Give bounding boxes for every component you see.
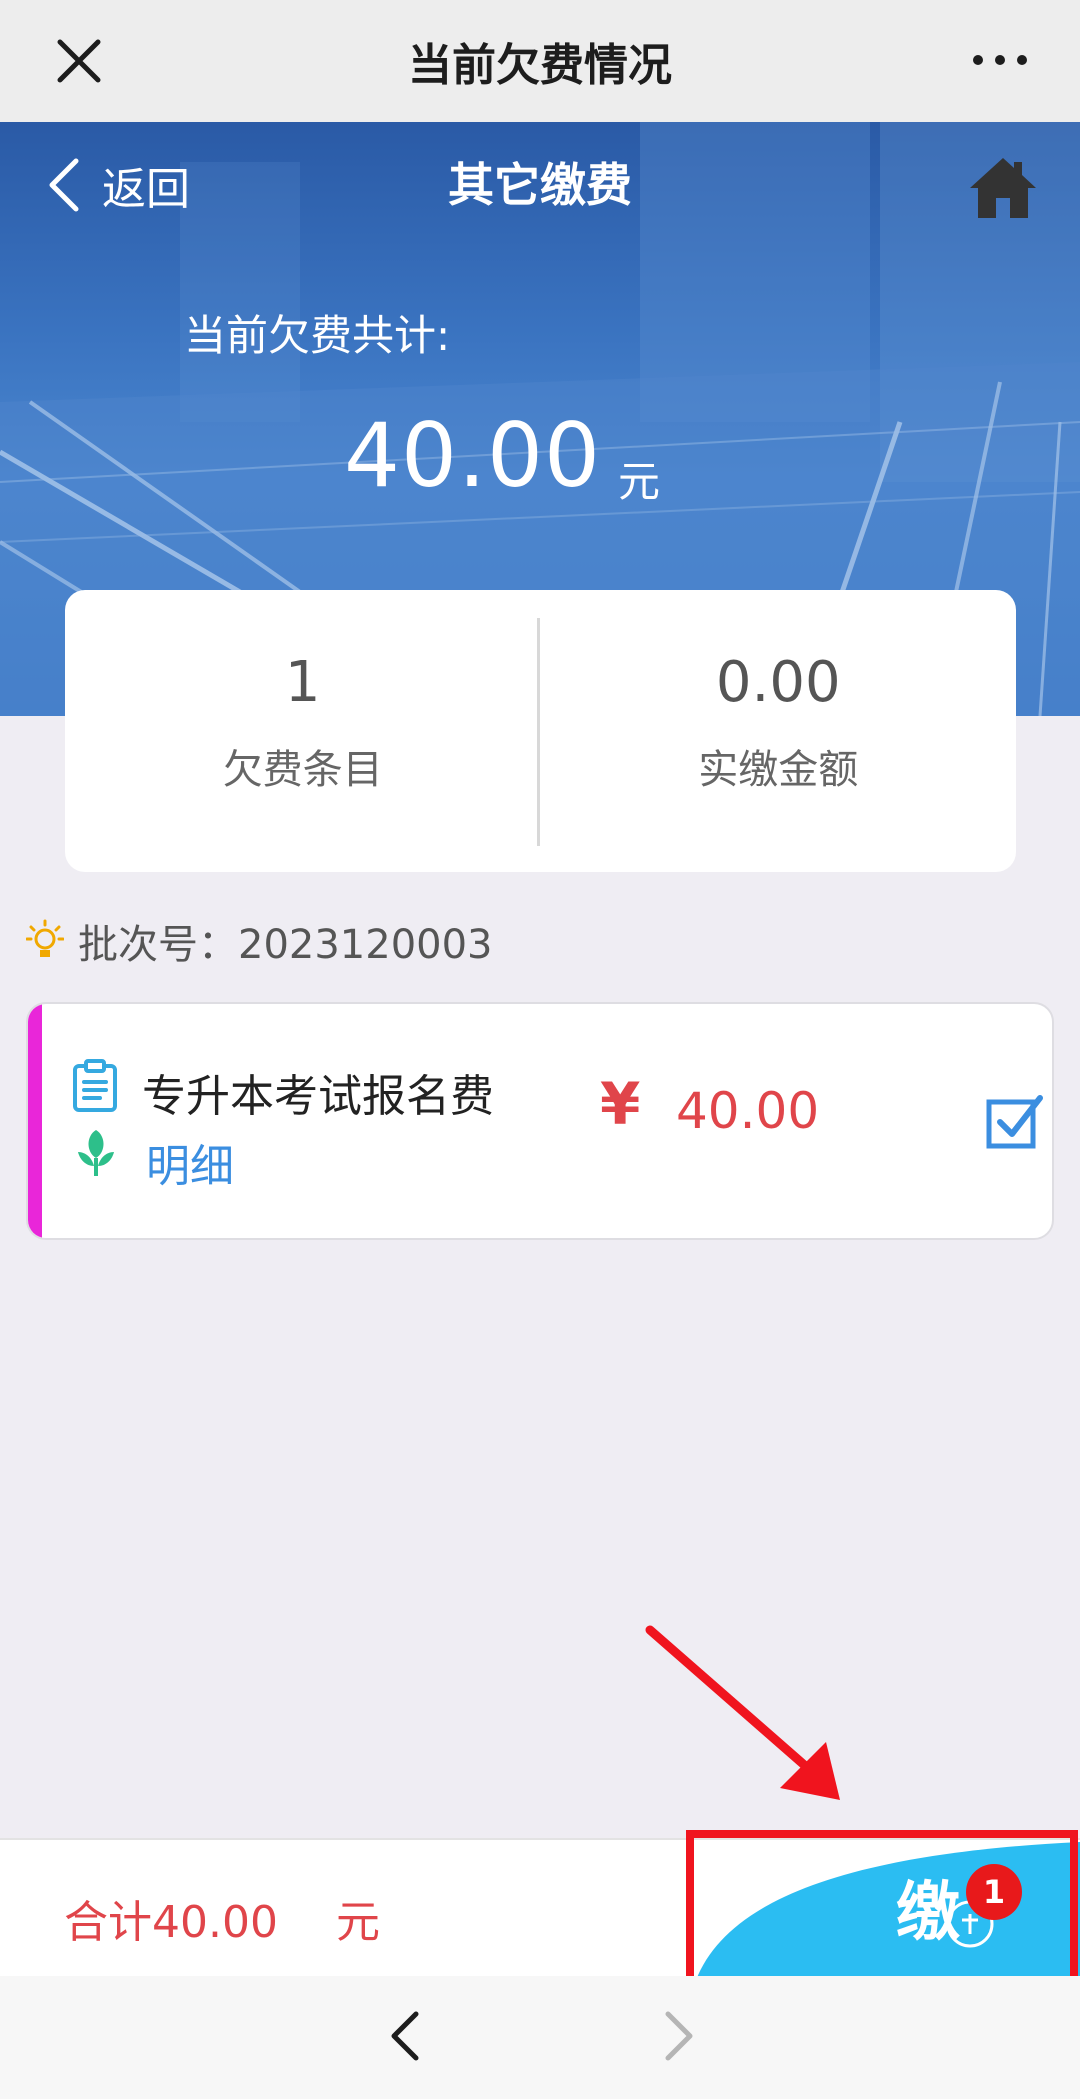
stats-card: 1 欠费条目 0.00 实缴金额 bbox=[65, 590, 1016, 872]
detail-icon bbox=[78, 1130, 114, 1176]
pay-count-badge: 1 bbox=[966, 1864, 1022, 1920]
batch-number-text: 批次号：2023120003 bbox=[78, 922, 493, 968]
stat-label: 欠费条目 bbox=[222, 747, 383, 793]
browser-forward-icon[interactable] bbox=[654, 2006, 704, 2066]
stat-value: 0.00 bbox=[715, 650, 841, 715]
total-due-amount: 40.00 bbox=[344, 404, 601, 507]
currency-symbol: ¥ bbox=[600, 1070, 641, 1138]
stat-value: 1 bbox=[284, 650, 321, 715]
clipboard-icon bbox=[73, 1059, 117, 1112]
pay-button[interactable]: 缴 bbox=[686, 1834, 1080, 1980]
close-icon[interactable] bbox=[52, 34, 106, 88]
sum-total-text: 合计40.00 bbox=[64, 1897, 278, 1948]
window-titlebar: 当前欠费情况 bbox=[0, 0, 1080, 122]
item-accent-stripe bbox=[28, 1004, 42, 1238]
home-icon[interactable] bbox=[968, 154, 1038, 220]
browser-navigation-bar bbox=[0, 1976, 1080, 2099]
fee-name: 专升本考试报名费 bbox=[142, 1071, 494, 1122]
fee-list-item[interactable]: 专升本考试报名费 明细 ¥ 40.00 bbox=[26, 1002, 1054, 1240]
batch-number: 批次号：2023120003 bbox=[26, 916, 493, 968]
detail-link[interactable]: 明细 bbox=[146, 1130, 234, 1194]
page-title: 其它缴费 bbox=[448, 158, 632, 212]
lightbulb-icon bbox=[26, 919, 64, 957]
window-title: 当前欠费情况 bbox=[408, 40, 672, 91]
total-due-unit: 元 bbox=[618, 457, 661, 506]
more-options-icon[interactable] bbox=[970, 42, 1030, 78]
sum-total-unit: 元 bbox=[336, 1897, 380, 1948]
stat-paid-amount: 0.00 实缴金额 bbox=[541, 590, 1017, 872]
stat-arrears-count: 1 欠费条目 bbox=[65, 590, 541, 872]
checkbox-checked-icon[interactable] bbox=[986, 1092, 1044, 1150]
annotation-arrow bbox=[645, 1625, 840, 1800]
stat-label: 实缴金额 bbox=[698, 747, 859, 793]
browser-back-icon[interactable] bbox=[380, 2006, 430, 2066]
fee-amount: 40.00 bbox=[676, 1082, 820, 1140]
total-due-label: 当前欠费共计: bbox=[184, 311, 451, 360]
divider bbox=[537, 618, 540, 846]
